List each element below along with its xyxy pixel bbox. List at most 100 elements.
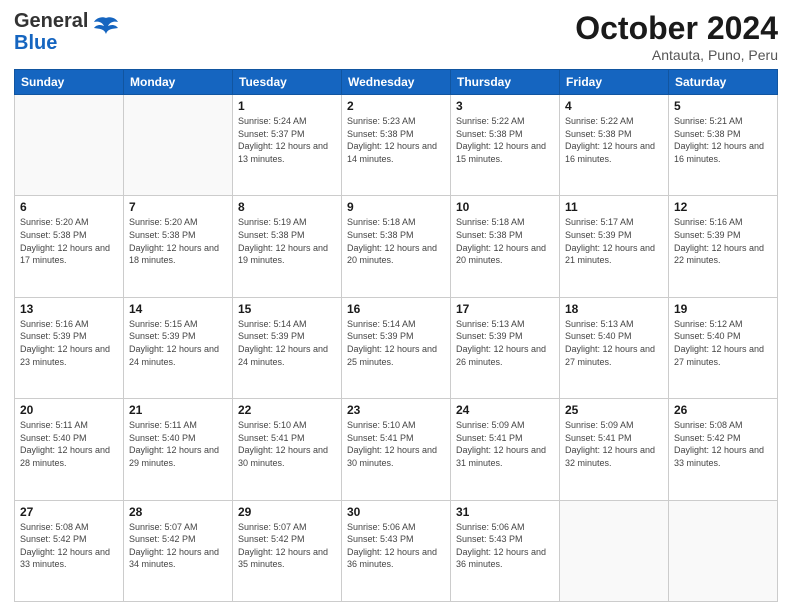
day-number: 1 xyxy=(238,99,336,113)
day-number: 21 xyxy=(129,403,227,417)
page-subtitle: Antauta, Puno, Peru xyxy=(575,47,778,63)
day-info: Sunrise: 5:09 AMSunset: 5:41 PMDaylight:… xyxy=(565,419,663,469)
calendar-cell: 25 Sunrise: 5:09 AMSunset: 5:41 PMDayligh… xyxy=(560,399,669,500)
day-number: 28 xyxy=(129,505,227,519)
calendar-cell: 1 Sunrise: 5:24 AMSunset: 5:37 PMDaylight… xyxy=(233,95,342,196)
day-number: 3 xyxy=(456,99,554,113)
week-row: 6 Sunrise: 5:20 AMSunset: 5:38 PMDaylight… xyxy=(15,196,778,297)
calendar-cell xyxy=(669,500,778,601)
calendar-cell: 4Sunrise: 5:22 AMSunset: 5:38 PMDaylight… xyxy=(560,95,669,196)
day-number: 2 xyxy=(347,99,445,113)
calendar-cell: 17 Sunrise: 5:13 AMSunset: 5:39 PMDayligh… xyxy=(451,297,560,398)
day-info: Sunrise: 5:18 AMSunset: 5:38 PMDaylight:… xyxy=(347,216,445,266)
calendar-cell: 29Sunrise: 5:07 AMSunset: 5:42 PMDayligh… xyxy=(233,500,342,601)
day-number: 9 xyxy=(347,200,445,214)
calendar-cell: 18 Sunrise: 5:13 AMSunset: 5:40 PMDayligh… xyxy=(560,297,669,398)
calendar-day-header: Sunday xyxy=(15,70,124,95)
day-info: Sunrise: 5:08 AMSunset: 5:42 PMDaylight:… xyxy=(20,521,118,571)
day-number: 18 xyxy=(565,302,663,316)
day-number: 13 xyxy=(20,302,118,316)
calendar-day-header: Thursday xyxy=(451,70,560,95)
day-info: Sunrise: 5:20 AMSunset: 5:38 PMDaylight:… xyxy=(20,216,118,266)
calendar-cell: 11 Sunrise: 5:17 AMSunset: 5:39 PMDayligh… xyxy=(560,196,669,297)
calendar-cell: 26Sunrise: 5:08 AMSunset: 5:42 PMDayligh… xyxy=(669,399,778,500)
day-info: Sunrise: 5:10 AMSunset: 5:41 PMDaylight:… xyxy=(347,419,445,469)
page: General Blue October 2024 Antauta, Puno,… xyxy=(0,0,792,612)
day-info: Sunrise: 5:08 AMSunset: 5:42 PMDaylight:… xyxy=(674,419,772,469)
day-info: Sunrise: 5:16 AMSunset: 5:39 PMDaylight:… xyxy=(674,216,772,266)
week-row: 20 Sunrise: 5:11 AMSunset: 5:40 PMDayligh… xyxy=(15,399,778,500)
logo-blue: Blue xyxy=(14,32,57,54)
calendar-cell: 6 Sunrise: 5:20 AMSunset: 5:38 PMDaylight… xyxy=(15,196,124,297)
page-title: October 2024 xyxy=(575,10,778,47)
calendar-table: SundayMondayTuesdayWednesdayThursdayFrid… xyxy=(14,69,778,602)
calendar-cell: 22 Sunrise: 5:10 AMSunset: 5:41 PMDayligh… xyxy=(233,399,342,500)
calendar-cell: 19Sunrise: 5:12 AMSunset: 5:40 PMDayligh… xyxy=(669,297,778,398)
day-number: 31 xyxy=(456,505,554,519)
day-number: 11 xyxy=(565,200,663,214)
day-info: Sunrise: 5:20 AMSunset: 5:38 PMDaylight:… xyxy=(129,216,227,266)
day-number: 30 xyxy=(347,505,445,519)
logo-bird-icon xyxy=(92,14,120,42)
calendar-cell: 10 Sunrise: 5:18 AMSunset: 5:38 PMDayligh… xyxy=(451,196,560,297)
day-number: 27 xyxy=(20,505,118,519)
day-number: 14 xyxy=(129,302,227,316)
week-row: 1 Sunrise: 5:24 AMSunset: 5:37 PMDaylight… xyxy=(15,95,778,196)
day-number: 4 xyxy=(565,99,663,113)
calendar-cell: 24Sunrise: 5:09 AMSunset: 5:41 PMDayligh… xyxy=(451,399,560,500)
calendar-cell: 15Sunrise: 5:14 AMSunset: 5:39 PMDayligh… xyxy=(233,297,342,398)
calendar-cell: 27 Sunrise: 5:08 AMSunset: 5:42 PMDayligh… xyxy=(15,500,124,601)
calendar-cell: 2Sunrise: 5:23 AMSunset: 5:38 PMDaylight… xyxy=(342,95,451,196)
day-info: Sunrise: 5:07 AMSunset: 5:42 PMDaylight:… xyxy=(129,521,227,571)
day-info: Sunrise: 5:21 AMSunset: 5:38 PMDaylight:… xyxy=(674,115,772,165)
day-number: 6 xyxy=(20,200,118,214)
day-number: 10 xyxy=(456,200,554,214)
day-info: Sunrise: 5:11 AMSunset: 5:40 PMDaylight:… xyxy=(129,419,227,469)
calendar-cell xyxy=(124,95,233,196)
calendar-cell: 12 Sunrise: 5:16 AMSunset: 5:39 PMDayligh… xyxy=(669,196,778,297)
calendar-cell: 21 Sunrise: 5:11 AMSunset: 5:40 PMDayligh… xyxy=(124,399,233,500)
day-number: 25 xyxy=(565,403,663,417)
day-info: Sunrise: 5:13 AMSunset: 5:40 PMDaylight:… xyxy=(565,318,663,368)
day-info: Sunrise: 5:11 AMSunset: 5:40 PMDaylight:… xyxy=(20,419,118,469)
calendar-cell: 14 Sunrise: 5:15 AMSunset: 5:39 PMDayligh… xyxy=(124,297,233,398)
day-number: 17 xyxy=(456,302,554,316)
day-number: 15 xyxy=(238,302,336,316)
day-info: Sunrise: 5:18 AMSunset: 5:38 PMDaylight:… xyxy=(456,216,554,266)
day-info: Sunrise: 5:13 AMSunset: 5:39 PMDaylight:… xyxy=(456,318,554,368)
day-info: Sunrise: 5:17 AMSunset: 5:39 PMDaylight:… xyxy=(565,216,663,266)
day-number: 5 xyxy=(674,99,772,113)
day-info: Sunrise: 5:10 AMSunset: 5:41 PMDaylight:… xyxy=(238,419,336,469)
day-number: 7 xyxy=(129,200,227,214)
calendar-cell: 8Sunrise: 5:19 AMSunset: 5:38 PMDaylight… xyxy=(233,196,342,297)
logo-general: General xyxy=(14,10,88,32)
title-area: October 2024 Antauta, Puno, Peru xyxy=(575,10,778,63)
day-info: Sunrise: 5:22 AMSunset: 5:38 PMDaylight:… xyxy=(456,115,554,165)
calendar-cell: 16Sunrise: 5:14 AMSunset: 5:39 PMDayligh… xyxy=(342,297,451,398)
calendar-cell: 13Sunrise: 5:16 AMSunset: 5:39 PMDayligh… xyxy=(15,297,124,398)
calendar-day-header: Wednesday xyxy=(342,70,451,95)
calendar-day-header: Monday xyxy=(124,70,233,95)
calendar-cell: 20 Sunrise: 5:11 AMSunset: 5:40 PMDayligh… xyxy=(15,399,124,500)
logo: General Blue xyxy=(14,10,120,54)
day-info: Sunrise: 5:06 AMSunset: 5:43 PMDaylight:… xyxy=(456,521,554,571)
header: General Blue October 2024 Antauta, Puno,… xyxy=(14,10,778,63)
day-number: 22 xyxy=(238,403,336,417)
calendar-cell: 23 Sunrise: 5:10 AMSunset: 5:41 PMDayligh… xyxy=(342,399,451,500)
calendar-cell: 3 Sunrise: 5:22 AMSunset: 5:38 PMDaylight… xyxy=(451,95,560,196)
day-info: Sunrise: 5:24 AMSunset: 5:37 PMDaylight:… xyxy=(238,115,336,165)
day-number: 23 xyxy=(347,403,445,417)
calendar-cell xyxy=(560,500,669,601)
week-row: 27 Sunrise: 5:08 AMSunset: 5:42 PMDayligh… xyxy=(15,500,778,601)
calendar-cell: 5 Sunrise: 5:21 AMSunset: 5:38 PMDaylight… xyxy=(669,95,778,196)
calendar-cell xyxy=(15,95,124,196)
calendar-cell: 9 Sunrise: 5:18 AMSunset: 5:38 PMDaylight… xyxy=(342,196,451,297)
day-number: 20 xyxy=(20,403,118,417)
calendar-cell: 7 Sunrise: 5:20 AMSunset: 5:38 PMDaylight… xyxy=(124,196,233,297)
calendar-day-header: Saturday xyxy=(669,70,778,95)
day-info: Sunrise: 5:09 AMSunset: 5:41 PMDaylight:… xyxy=(456,419,554,469)
day-info: Sunrise: 5:07 AMSunset: 5:42 PMDaylight:… xyxy=(238,521,336,571)
day-info: Sunrise: 5:15 AMSunset: 5:39 PMDaylight:… xyxy=(129,318,227,368)
calendar-cell: 28 Sunrise: 5:07 AMSunset: 5:42 PMDayligh… xyxy=(124,500,233,601)
day-number: 12 xyxy=(674,200,772,214)
